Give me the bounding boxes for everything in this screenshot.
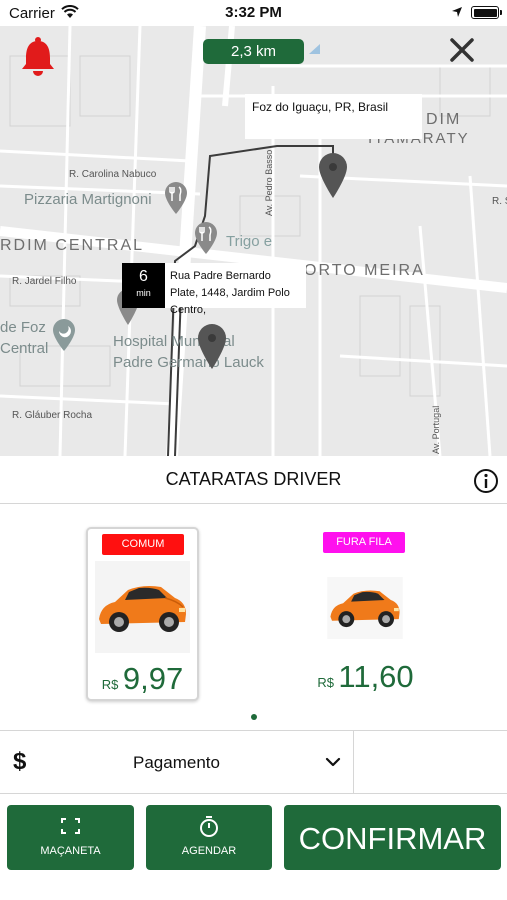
price-value: 11,60 xyxy=(338,659,414,694)
eta-unit: min xyxy=(136,288,151,298)
chevron-down-icon xyxy=(325,757,341,767)
map-district-label: DIM xyxy=(426,111,462,128)
map-poi-label: Trigo e xyxy=(226,233,273,250)
origin-pin-icon[interactable] xyxy=(197,324,227,370)
map-street-label: Av. Pedro Basso xyxy=(264,149,274,216)
battery-icon xyxy=(471,6,502,19)
origin-callout: Rua Padre Bernardo Plate, 1448, Jardim P… xyxy=(165,263,306,316)
price-value: 9,97 xyxy=(122,661,184,696)
destination-callout: Foz do Iguaçu, PR, Brasil xyxy=(245,94,422,139)
eta-value: 6 xyxy=(139,268,148,285)
car-image xyxy=(95,561,190,653)
bell-icon[interactable] xyxy=(20,36,56,76)
page-indicator-dot xyxy=(251,714,257,720)
currency-label: R$ xyxy=(317,675,334,690)
agendar-label: AGENDAR xyxy=(181,845,237,857)
destination-pin-icon[interactable] xyxy=(318,153,348,199)
restaurant-icon xyxy=(195,222,217,254)
map-street-label: Av. Portugal xyxy=(431,405,441,454)
category-badge: FURA FILA xyxy=(323,532,405,553)
map-poi-label: Central xyxy=(0,340,49,357)
category-price: R$ 11,60 xyxy=(309,659,422,695)
status-bar: Carrier 3:32 PM xyxy=(0,0,507,26)
confirm-button[interactable]: CONFIRMAR xyxy=(284,805,501,870)
map-view[interactable]: R. Carolina Nabuco Pizzaria Martignoni R… xyxy=(0,26,507,456)
location-arrow-icon xyxy=(452,7,462,17)
map-poi-label: Padre Germano Lauck xyxy=(113,354,264,371)
confirm-label: CONFIRMAR xyxy=(298,821,487,856)
category-badge: COMUM xyxy=(102,534,184,555)
payment-label: Pagamento xyxy=(133,753,220,772)
close-icon[interactable] xyxy=(447,35,477,65)
map-street-label: R. S xyxy=(492,196,507,207)
stopwatch-icon xyxy=(200,816,218,837)
expand-icon xyxy=(61,818,80,834)
category-price: R$ 9,97 xyxy=(88,661,197,697)
map-district-label: RDIM CENTRAL xyxy=(0,237,145,254)
category-selector: COMUM R$ 9,97 FURA FILA R$ 11,60 xyxy=(0,505,507,731)
info-icon[interactable] xyxy=(473,468,499,494)
category-card-fura-fila[interactable]: FURA FILA R$ 11,60 xyxy=(309,527,422,701)
macaneta-button[interactable]: MAÇANETA xyxy=(7,805,134,870)
map-street-label: R. Carolina Nabuco xyxy=(69,169,157,180)
restaurant-icon xyxy=(165,182,187,214)
eta-callout: 6 min xyxy=(122,263,165,308)
service-header: CATARATAS DRIVER xyxy=(0,456,507,504)
map-street-label: R. Jardel Filho xyxy=(12,276,77,287)
status-time: 3:32 PM xyxy=(225,4,282,21)
map-district-label: ORTO MEIRA xyxy=(304,262,425,279)
payment-selector[interactable]: $ Pagamento xyxy=(0,731,507,794)
car-image xyxy=(327,577,403,639)
map-poi-label: de Foz xyxy=(0,319,46,336)
service-title: CATARATAS DRIVER xyxy=(165,469,342,489)
divider xyxy=(353,731,354,794)
category-card-comum[interactable]: COMUM R$ 9,97 xyxy=(86,527,199,701)
map-street-label: R. Gláuber Rocha xyxy=(12,410,93,421)
agendar-button[interactable]: AGENDAR xyxy=(146,805,272,870)
macaneta-label: MAÇANETA xyxy=(40,845,101,857)
currency-label: R$ xyxy=(101,677,119,692)
hospital-icon xyxy=(53,319,75,351)
map-poi-label: Pizzaria Martignoni xyxy=(24,191,152,208)
distance-badge: 2,3 km xyxy=(203,39,304,64)
